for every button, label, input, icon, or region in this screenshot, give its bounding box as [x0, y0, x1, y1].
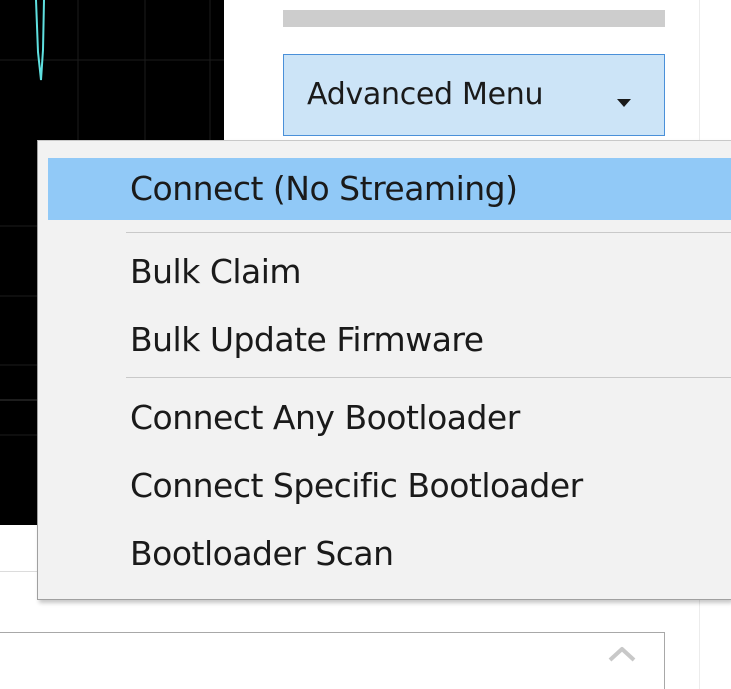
log-output-area[interactable] [0, 632, 665, 689]
waveform-trace [35, 0, 45, 81]
menu-item-label: Bulk Claim [130, 252, 302, 291]
advanced-menu-label: Advanced Menu [307, 77, 544, 112]
status-bar [283, 10, 665, 27]
advanced-menu-button[interactable]: Advanced Menu [283, 54, 665, 136]
menu-item-label: Connect Any Bootloader [130, 398, 520, 437]
menu-separator [126, 377, 731, 378]
panel-separator [0, 571, 40, 572]
menu-item-label: Connect Specific Bootloader [130, 466, 583, 505]
menu-separator [126, 232, 731, 233]
menu-item-bootloader-scan[interactable]: Bootloader Scan [48, 523, 731, 585]
advanced-menu-popup: Connect (No Streaming) Bulk Claim Bulk U… [37, 140, 731, 600]
chevron-up-icon[interactable] [597, 634, 647, 674]
menu-item-connect-any-bootloader[interactable]: Connect Any Bootloader [48, 387, 731, 449]
app-window: Advanced Menu Connect (No Streaming) Bul… [0, 0, 731, 689]
menu-item-connect-specific-bootloader[interactable]: Connect Specific Bootloader [48, 455, 731, 517]
caret-down-icon [617, 92, 631, 111]
menu-item-label: Bootloader Scan [130, 534, 394, 573]
menu-item-bulk-claim[interactable]: Bulk Claim [48, 241, 731, 303]
menu-item-label: Connect (No Streaming) [130, 169, 518, 208]
menu-item-label: Bulk Update Firmware [130, 320, 484, 359]
menu-item-bulk-update-firmware[interactable]: Bulk Update Firmware [48, 309, 731, 371]
menu-item-connect-no-streaming[interactable]: Connect (No Streaming) [48, 158, 731, 220]
